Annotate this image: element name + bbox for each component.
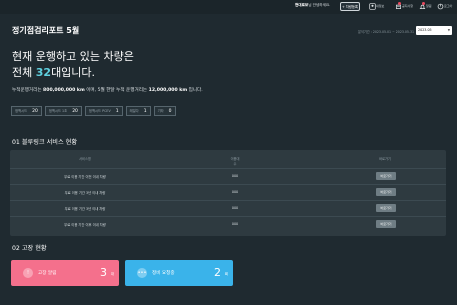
stat-value: 0: [168, 108, 172, 114]
service-name: 무료 이용 기간 이후 이내 차량: [64, 223, 106, 227]
headline-line-1: 현재 운행하고 있는 차량은: [12, 50, 134, 63]
table-row: 무료 이용 기간 3년 이내 차량 000 바로가기: [10, 200, 446, 215]
logout-icon[interactable]: [436, 2, 444, 10]
table-row: 무료 이용 기간 이후 이내 차량 000 바로가기: [10, 216, 446, 231]
summary-suffix: 입니다.: [187, 88, 203, 93]
user-greeting: 현대로보님 안녕하세요.: [295, 3, 330, 8]
month-mileage: 12,000,000 km: [148, 88, 188, 93]
repair-request-label: 정비 요청중: [152, 271, 175, 276]
failure-alert-count: 3: [100, 266, 107, 279]
service-name: 무료 이용 기간 3년 이내 차량: [64, 207, 106, 211]
repair-request-card[interactable]: ••• 정비 요청중 2 회: [125, 260, 233, 286]
stat-value: 20: [72, 108, 78, 114]
stat-value: 20: [32, 108, 38, 114]
top-bar: 현대로보님 안녕하세요. + 차량등록 내정보 공지사항 알림 로그아: [0, 0, 457, 14]
repair-request-unit: 회: [224, 272, 228, 276]
failure-alert-card[interactable]: ! 고장 알림 3 대: [11, 260, 119, 286]
vehicle-type-stats: 정백시드 20 정백시드 1초 20 정백시드 PCEV 1 레일다 1 기타 0: [11, 106, 179, 116]
month-select-value: 2023.05: [418, 28, 432, 32]
alarm-link[interactable]: 알림: [426, 4, 432, 8]
my-info-link[interactable]: 내정보: [376, 4, 384, 8]
stat-chip: 기타 0: [153, 106, 176, 116]
headline-prefix: 전체: [12, 66, 36, 79]
alert-icon: !: [23, 268, 33, 278]
bluelink-service-table: 서비스명 이용대수 바로가기 무료 이용 기간 이전 이내 차량 000 바로가…: [10, 150, 446, 236]
table-row: 무료 이용 기간 이전 이내 차량 000 바로가기: [10, 168, 446, 183]
column-header-action: 바로가기: [379, 157, 391, 161]
stat-label: 레일다: [129, 108, 139, 113]
service-count: 000: [231, 206, 239, 210]
user-greeting-suffix: 님 안녕하세요.: [308, 3, 331, 7]
stat-label: 정백시드: [15, 108, 28, 113]
notice-link[interactable]: 공지사항: [402, 4, 413, 8]
column-header-service: 서비스명: [79, 157, 91, 161]
section-title-failures: 02 고장 현황: [12, 245, 47, 252]
goto-button[interactable]: 바로가기: [376, 220, 396, 228]
service-name: 무료 이용 기간 3년 이내 차량: [64, 191, 106, 195]
goto-button[interactable]: 바로가기: [376, 204, 396, 212]
service-count: 000: [231, 174, 239, 178]
repair-request-count: 2: [214, 266, 221, 279]
service-count: 000: [231, 190, 239, 194]
total-mileage: 800,000,000 km: [43, 88, 85, 93]
table-row: 무료 이용 기간 3년 이내 차량 000 바로가기: [10, 184, 446, 199]
month-select[interactable]: 2023.05 ▼: [416, 26, 452, 35]
headline: 현재 운행하고 있는 차량은 전체 32대입니다.: [12, 49, 134, 81]
headline-suffix: 대입니다.: [51, 66, 96, 79]
page-title: 정기점검리포트 5월: [12, 26, 80, 35]
goto-button[interactable]: 바로가기: [376, 188, 396, 196]
more-icon: •••: [137, 268, 147, 278]
stat-chip: 정백시드 1초 20: [44, 106, 82, 116]
stat-chip: 레일다 1: [125, 106, 151, 116]
stat-value: 1: [115, 108, 119, 114]
logout-link[interactable]: 로그아: [444, 4, 452, 8]
alarm-badge: [422, 2, 425, 5]
column-header-count: 이용대수: [230, 157, 240, 166]
failure-alert-label: 고장 알림: [38, 271, 57, 276]
analysis-period: 분석기간 : 2023.05.01 ~ 2023.05.31: [358, 30, 415, 34]
register-vehicle-button[interactable]: + 차량등록: [340, 2, 360, 11]
stat-label: 기타: [157, 108, 164, 113]
summary-middle: 이며, 5월 한달 누적 운행거리는: [84, 88, 149, 93]
notice-badge: [398, 2, 401, 5]
section-title-bluelink: 01 블루링크 서비스 현황: [12, 139, 78, 146]
stat-chip: 정백시드 20: [11, 106, 42, 116]
stat-label: 정백시드 PCEV: [88, 108, 111, 113]
user-name: 현대로보: [295, 3, 309, 7]
service-name: 무료 이용 기간 이전 이내 차량: [64, 175, 106, 179]
failure-alert-unit: 대: [110, 272, 114, 276]
goto-button[interactable]: 바로가기: [376, 172, 396, 180]
chevron-down-icon: ▼: [447, 28, 450, 32]
summary-prefix: 누적운행거리는: [12, 88, 44, 93]
vehicle-count: 32: [35, 66, 52, 79]
stat-chip: 정백시드 PCEV 1: [84, 106, 123, 116]
service-count: 000: [231, 222, 239, 226]
table-header: 서비스명 이용대수 바로가기: [10, 156, 446, 166]
stat-value: 1: [143, 108, 147, 114]
mileage-summary: 누적운행거리는 800,000,000 km 이며, 5월 한달 누적 운행거리…: [12, 87, 203, 93]
headline-line-2: 전체 32대입니다.: [12, 65, 134, 81]
user-icon[interactable]: [368, 2, 376, 10]
stat-label: 정백시드 1초: [48, 108, 68, 113]
